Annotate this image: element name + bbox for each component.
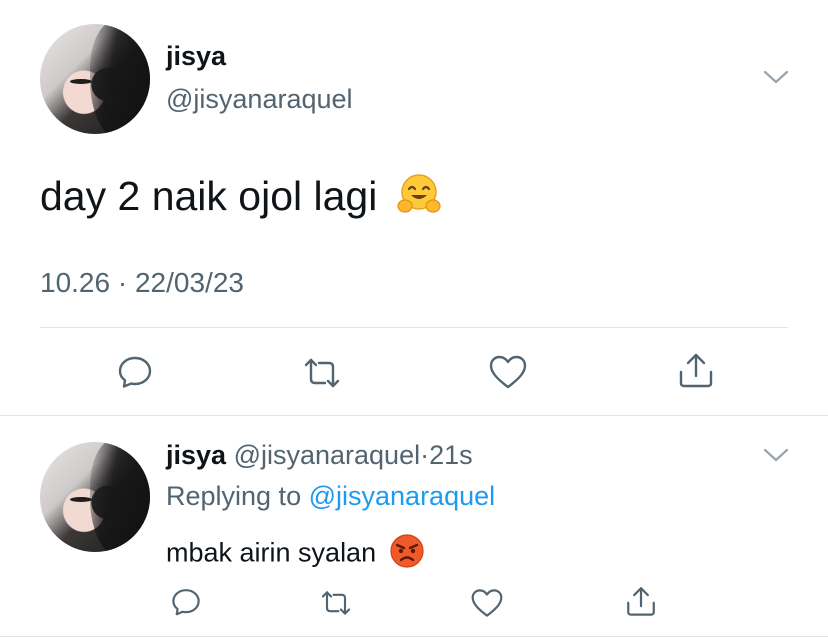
tweet-timestamp[interactable]: 10.26 · 22/03/23	[40, 267, 244, 299]
chevron-down-icon[interactable]	[762, 446, 790, 469]
replying-to-link[interactable]: @jisyanaraquel	[309, 481, 496, 511]
avatar-hair	[90, 24, 150, 134]
display-name[interactable]: jisya	[166, 41, 226, 72]
tweet-date: 22/03/23	[134, 267, 244, 298]
user-handle[interactable]: @jisyanaraquel	[166, 84, 353, 115]
like-icon	[489, 355, 527, 389]
reply-avatar[interactable]	[40, 442, 150, 552]
avatar[interactable]	[40, 24, 150, 134]
share-button[interactable]	[676, 350, 716, 390]
reply-icon	[118, 356, 152, 388]
reply-handle[interactable]: @jisyanaraquel	[234, 440, 421, 470]
reply-age[interactable]: 21s	[429, 440, 473, 470]
meta-separator: ·	[117, 267, 128, 298]
reply-share-button[interactable]	[624, 584, 658, 618]
replying-to-line: Replying to @jisyanaraquel	[166, 481, 495, 512]
divider	[40, 327, 788, 328]
reply-button[interactable]	[116, 353, 154, 391]
tweet-text-content: day 2 naik ojol lagi	[40, 172, 378, 219]
reply-text-content: mbak airin syalan	[166, 537, 377, 568]
like-icon	[471, 589, 503, 617]
avatar-eye	[70, 79, 92, 84]
share-icon	[679, 353, 713, 388]
share-icon	[627, 587, 655, 616]
replying-to-label: Replying to	[166, 481, 302, 511]
retweet-icon	[321, 591, 351, 615]
reply-reply-button[interactable]	[170, 586, 202, 618]
reply-header: jisya @jisyanaraquel·21s	[166, 440, 473, 471]
avatar-hair	[90, 442, 150, 552]
avatar-eye	[70, 497, 92, 502]
retweet-button[interactable]	[300, 355, 344, 391]
section-divider	[0, 415, 828, 416]
reply-tweet-text: mbak airin syalan	[166, 532, 426, 577]
bottom-divider	[0, 636, 828, 637]
tweet-text: day 2 naik ojol lagi	[40, 170, 443, 228]
reply-retweet-button[interactable]	[318, 588, 354, 618]
angry-face-emoji	[388, 532, 426, 577]
chevron-down-icon[interactable]	[762, 68, 790, 91]
reply-display-name[interactable]: jisya	[166, 440, 226, 470]
retweet-icon	[304, 358, 340, 388]
reply-dot: ·	[420, 440, 430, 470]
reply-icon	[172, 589, 200, 616]
like-button[interactable]	[488, 353, 528, 391]
tweet-time: 10.26	[40, 267, 111, 298]
reply-like-button[interactable]	[470, 587, 504, 619]
hugging-face-emoji	[395, 170, 443, 228]
